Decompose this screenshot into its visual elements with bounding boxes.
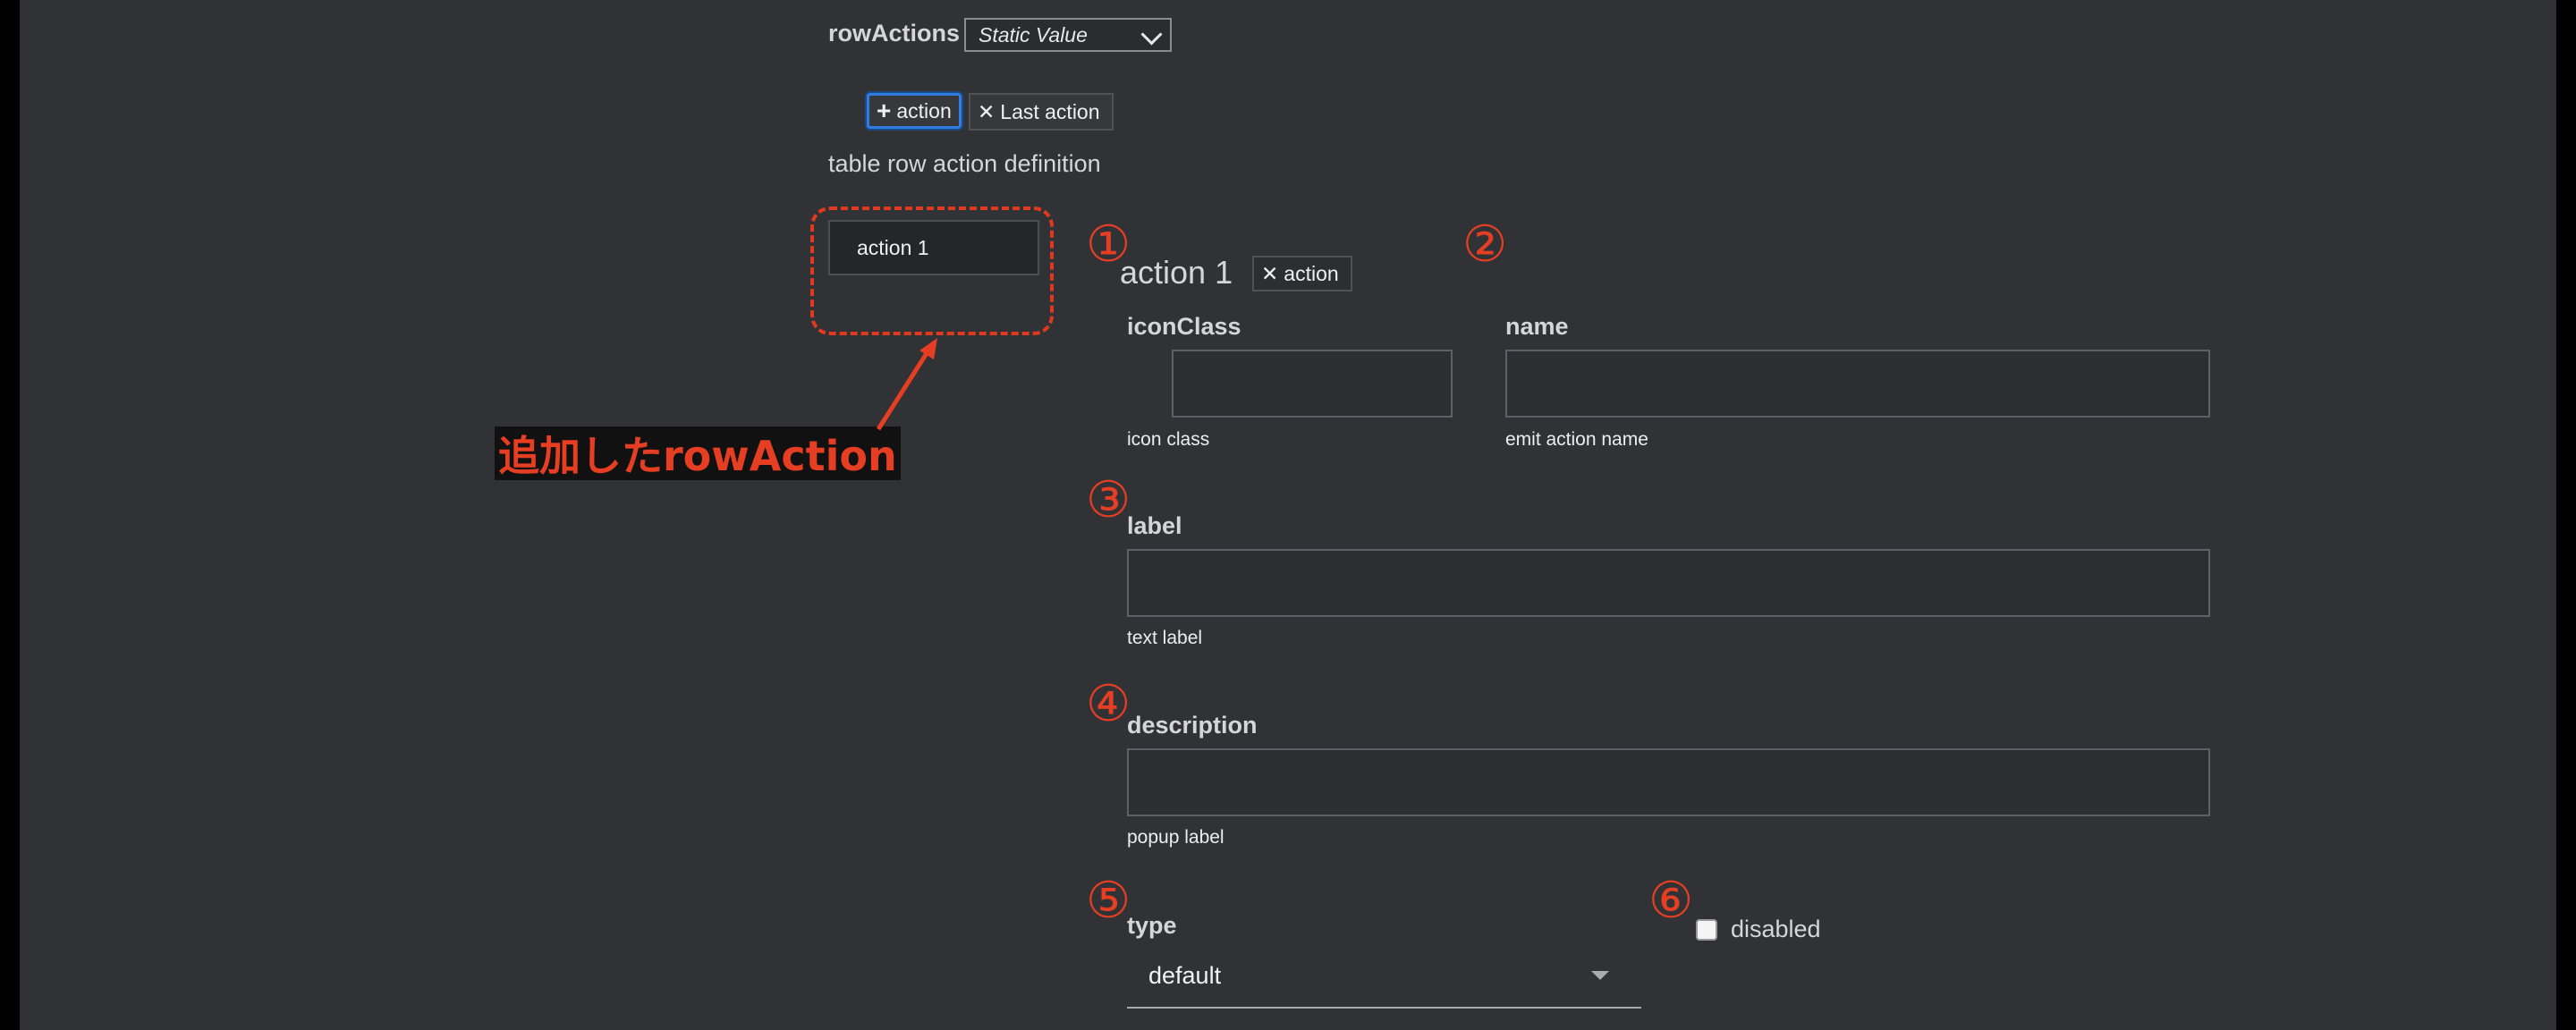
close-icon: ✕ [1261,261,1279,285]
name-input[interactable] [1505,350,2210,418]
form-panel [20,0,2556,1030]
annotation-callout: 追加したrowAction [495,426,901,480]
annotation-arrow [876,338,937,431]
description-label: description [1127,712,1258,739]
label-hint: text label [1127,628,1203,648]
close-icon: ✕ [978,99,996,123]
caret-down-icon [1591,971,1609,980]
remove-last-action-label: Last action [1000,99,1100,123]
add-action-label: action [896,98,952,122]
description-input[interactable] [1127,748,2210,816]
marker-3: ③ [1086,471,1131,529]
type-select[interactable]: default [1127,948,1641,1009]
marker-6: ⑥ [1648,872,1694,930]
source-type-value: Static Value [979,22,1088,46]
icon-class-input[interactable] [1172,350,1453,418]
name-label: name [1505,313,1569,340]
label-input[interactable] [1127,549,2210,617]
icon-class-label: iconClass [1127,313,1241,340]
action-list-item[interactable]: action 1 [828,220,1039,275]
plus-icon: + [877,97,892,124]
add-action-button[interactable]: + action [867,93,962,129]
disabled-checkbox[interactable] [1696,919,1717,941]
section-title: table row action definition [828,150,1101,177]
label-field-label: label [1127,512,1182,539]
description-hint: popup label [1127,827,1224,848]
name-hint: emit action name [1505,429,1648,450]
remove-action-button[interactable]: ✕ action [1252,256,1352,291]
remove-last-action-button[interactable]: ✕ Last action [969,93,1114,131]
source-type-select[interactable]: Static Value [964,18,1172,52]
action-title: action 1 [1120,254,1233,291]
icon-class-hint: icon class [1127,429,1210,450]
disabled-label: disabled [1731,916,1821,942]
marker-4: ④ [1086,675,1131,733]
remove-action-label: action [1284,261,1339,285]
marker-2: ② [1462,215,1508,274]
type-label: type [1127,912,1177,939]
type-select-value: default [1148,962,1222,989]
marker-5: ⑤ [1086,872,1131,930]
action-list-item-label: action 1 [857,235,929,259]
row-actions-label: rowActions [828,20,961,46]
chevron-down-icon [1140,23,1163,46]
